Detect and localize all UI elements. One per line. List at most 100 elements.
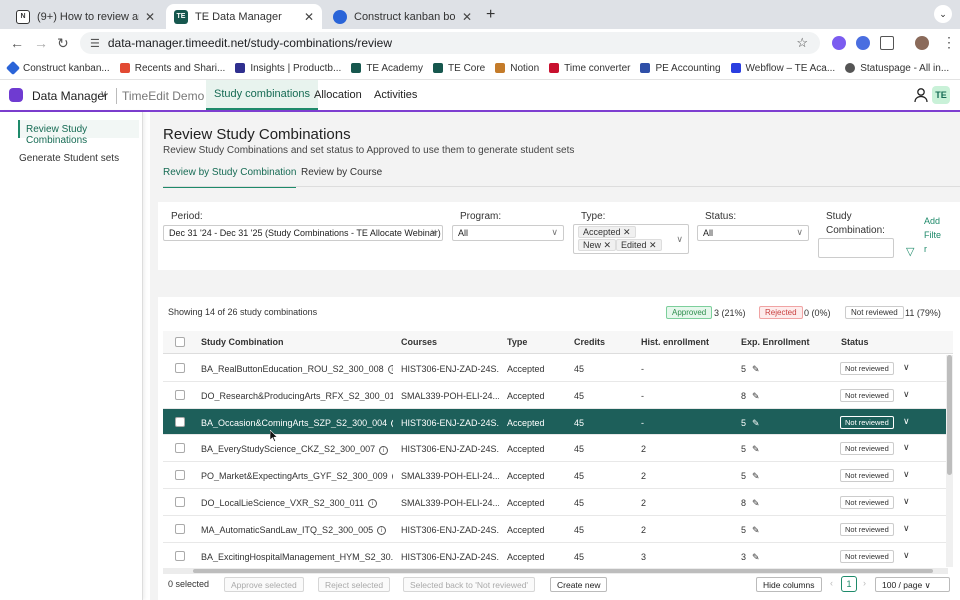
status-badge[interactable]: Not reviewed: [840, 442, 894, 456]
next-page-icon[interactable]: ›: [863, 578, 866, 588]
bookmark-star-icon[interactable]: ☆: [796, 35, 808, 51]
chevron-down-icon[interactable]: ∨: [903, 469, 910, 480]
table-row[interactable]: DO_LocalLieScience_VXR_S2_300_011 i SMAL33…: [163, 489, 948, 516]
info-icon[interactable]: i: [391, 472, 393, 482]
reject-selected-button[interactable]: Reject selected: [318, 577, 391, 592]
column-header[interactable]: Credits: [574, 337, 605, 347]
te-badge[interactable]: TE: [932, 86, 950, 104]
create-new-button[interactable]: Create new: [550, 577, 608, 592]
edit-pencil-icon[interactable]: ✎: [752, 471, 760, 481]
browser-tab-notion[interactable]: N (9+) How to review and acce ✕: [8, 4, 163, 29]
bookmark-item[interactable]: Recents and Shari...: [119, 63, 225, 74]
site-info-icon[interactable]: ☰: [90, 37, 100, 50]
profile-avatar[interactable]: [915, 36, 929, 50]
select-all-checkbox[interactable]: [175, 337, 185, 347]
forward-icon[interactable]: →: [34, 35, 48, 51]
bookmark-item[interactable]: Webflow – TE Aca...: [730, 63, 835, 74]
user-icon[interactable]: [913, 87, 929, 103]
type-chip-new[interactable]: New ✕: [578, 239, 617, 251]
chevron-down-icon[interactable]: ∨: [903, 416, 910, 427]
bookmark-item[interactable]: Statuspage - All in...: [845, 63, 949, 74]
row-checkbox[interactable]: [175, 443, 185, 454]
tab-review-by-study-combination[interactable]: Review by Study Combination: [163, 167, 297, 188]
browser-tab-data-manager[interactable]: TE TE Data Manager ✕: [166, 4, 322, 29]
column-header[interactable]: Hist. enrollment: [641, 337, 709, 347]
bookmark-item[interactable]: TE Core: [433, 63, 485, 74]
browser-tab-construct[interactable]: Construct kanban board - Ap ✕: [325, 4, 480, 29]
nav-allocation[interactable]: Allocation: [306, 80, 370, 110]
table-row[interactable]: PO_Market&ExpectingArts_GYF_S2_300_009i S…: [163, 462, 948, 489]
browser-menu-icon[interactable]: ⋮: [942, 34, 956, 51]
status-select[interactable]: All ∨: [697, 225, 809, 241]
close-tab-icon[interactable]: ✕: [462, 10, 472, 24]
type-chip-edited[interactable]: Edited ✕: [616, 239, 662, 251]
edit-pencil-icon[interactable]: ✎: [752, 552, 760, 562]
period-select[interactable]: Dec 31 '24 - Dec 31 '25 (Study Combinati…: [163, 225, 443, 241]
close-tab-icon[interactable]: ✕: [145, 10, 155, 24]
table-row[interactable]: BA_EveryStudyScience_CKZ_S2_300_007 i HIST…: [163, 435, 948, 463]
extension-icon[interactable]: [856, 36, 870, 50]
row-checkbox[interactable]: [175, 363, 185, 373]
chevron-down-icon[interactable]: ∨: [100, 89, 107, 100]
add-filter-button[interactable]: Add Filte r: [924, 214, 941, 256]
horizontal-scrollbar[interactable]: [163, 568, 948, 574]
bookmark-item[interactable]: Time converter: [549, 63, 630, 74]
bookmark-item[interactable]: TE Academy: [351, 63, 423, 74]
extension-icon[interactable]: [832, 36, 846, 50]
approve-selected-button[interactable]: Approve selected: [224, 577, 304, 592]
chevron-down-icon[interactable]: ∨: [903, 442, 910, 453]
info-icon[interactable]: i: [367, 499, 377, 509]
scrollbar-thumb[interactable]: [193, 569, 933, 573]
prev-page-icon[interactable]: ‹: [830, 578, 833, 588]
row-checkbox[interactable]: [175, 470, 185, 481]
status-badge[interactable]: Not reviewed: [840, 496, 894, 509]
scrollbar-thumb[interactable]: [947, 355, 952, 475]
bookmark-item[interactable]: Notion: [495, 63, 539, 74]
hide-columns-button[interactable]: Hide columns: [756, 577, 822, 592]
chevron-down-icon[interactable]: ∨: [903, 523, 910, 534]
status-badge[interactable]: Not reviewed: [840, 362, 894, 375]
type-chip-accepted[interactable]: Accepted ✕: [578, 226, 636, 238]
column-header[interactable]: Type: [507, 337, 527, 347]
edit-pencil-icon[interactable]: ✎: [752, 418, 760, 428]
vertical-scrollbar[interactable]: [946, 355, 953, 567]
column-header[interactable]: Courses: [401, 337, 437, 347]
reload-icon[interactable]: ↻: [57, 35, 69, 52]
row-checkbox[interactable]: [175, 497, 185, 507]
bookmark-item[interactable]: Construct kanban...: [5, 60, 110, 76]
edit-pencil-icon[interactable]: ✎: [752, 364, 760, 374]
chevron-down-icon[interactable]: ∨: [903, 550, 910, 561]
bookmark-item[interactable]: Insights | Productb...: [235, 63, 341, 74]
column-header[interactable]: Status: [841, 337, 869, 347]
chevron-down-icon[interactable]: ∨: [903, 389, 910, 400]
status-badge[interactable]: Not reviewed: [840, 549, 894, 563]
sidebar-item-generate-student-sets[interactable]: Generate Student sets: [19, 153, 119, 164]
row-checkbox[interactable]: [175, 550, 185, 561]
info-icon[interactable]: i: [387, 365, 393, 375]
back-icon[interactable]: ←: [10, 35, 24, 51]
extensions-puzzle-icon[interactable]: [880, 36, 894, 50]
program-select[interactable]: All ∨: [452, 225, 564, 241]
app-name[interactable]: Data Manager: [32, 89, 108, 103]
table-row[interactable]: DO_Research&ProducingArts_RFX_S2_300_01.…: [163, 381, 948, 409]
status-badge[interactable]: Not reviewed: [840, 469, 894, 483]
edit-pencil-icon[interactable]: ✎: [752, 525, 760, 535]
chevron-down-icon[interactable]: ∨: [903, 496, 910, 507]
row-checkbox[interactable]: [175, 416, 185, 427]
edit-pencil-icon[interactable]: ✎: [752, 391, 760, 401]
address-bar[interactable]: ☰ data-manager.timeedit.net/study-combin…: [80, 32, 820, 54]
status-badge[interactable]: Not reviewed: [840, 388, 894, 402]
nav-study-combinations[interactable]: Study combinations: [206, 80, 318, 110]
page-number-button[interactable]: 1: [841, 576, 857, 592]
column-header[interactable]: Exp. Enrollment: [741, 337, 810, 347]
back-to-not-reviewed-button[interactable]: Selected back to 'Not reviewed': [403, 577, 536, 592]
edit-pencil-icon[interactable]: ✎: [752, 444, 760, 454]
new-tab-icon[interactable]: +: [486, 6, 495, 24]
tab-review-by-course[interactable]: Review by Course: [301, 167, 382, 186]
status-badge[interactable]: Not reviewed: [840, 415, 894, 429]
close-tab-icon[interactable]: ✕: [304, 10, 314, 24]
table-row[interactable]: BA_ExcitingHospitalManagement_HYM_S2_30.…: [163, 542, 948, 570]
combination-input[interactable]: [818, 238, 894, 258]
page-size-select[interactable]: 100 / page ∨: [875, 577, 950, 592]
status-badge[interactable]: Not reviewed: [840, 522, 894, 536]
